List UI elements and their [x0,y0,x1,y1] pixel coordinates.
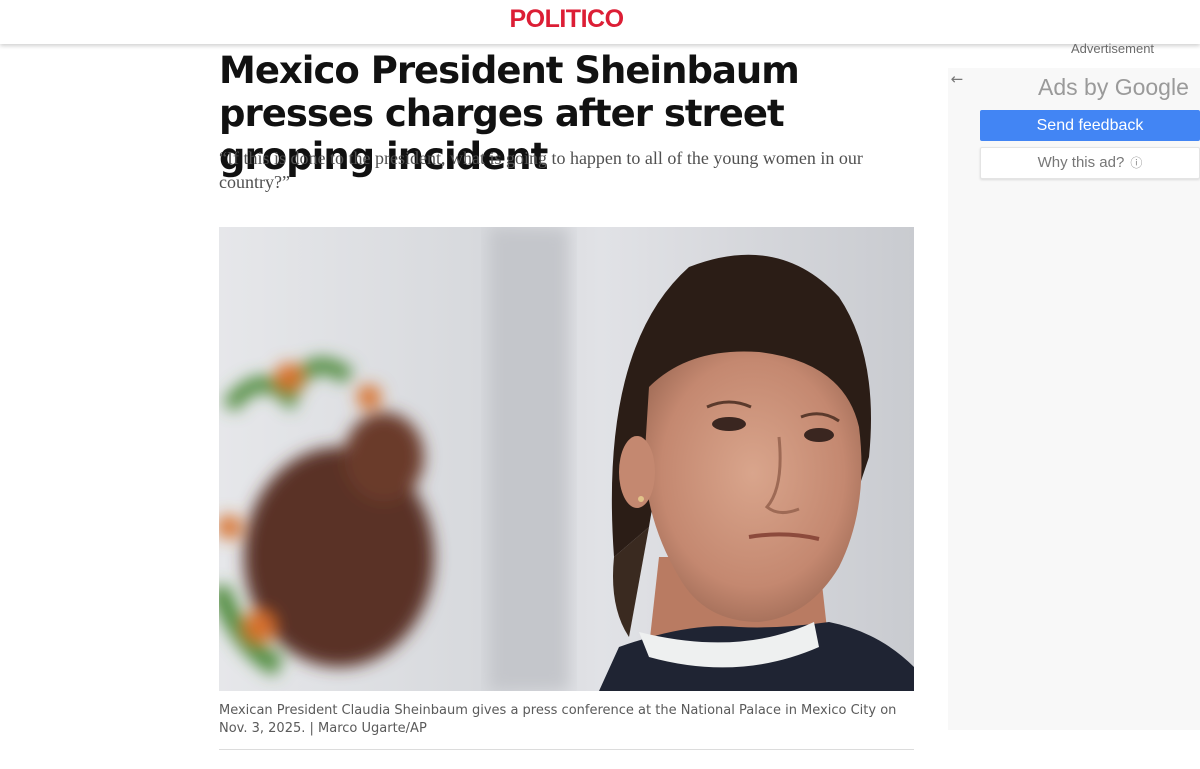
why-this-ad-button[interactable]: Why this ad? ⓘ [980,147,1200,179]
ads-by-google-label: Ads by Google [1038,74,1189,100]
photo-caption: Mexican President Claudia Sheinbaum give… [219,703,897,736]
info-icon: ⓘ [1130,156,1143,170]
arrow-left-icon[interactable]: ← [948,68,966,90]
divider [219,749,914,750]
advertisement-label: Advertisement [1070,41,1155,56]
send-feedback-button[interactable]: Send feedback [980,110,1200,141]
send-feedback-label: Send feedback [1036,117,1144,134]
why-this-ad-label: Why this ad? [1037,154,1125,171]
politico-logo[interactable]: POLITICO [0,5,1133,34]
article-photo [219,227,914,691]
site-header: POLITICO [0,0,1200,44]
article-dek: “If this is done to the president, what … [219,148,863,192]
